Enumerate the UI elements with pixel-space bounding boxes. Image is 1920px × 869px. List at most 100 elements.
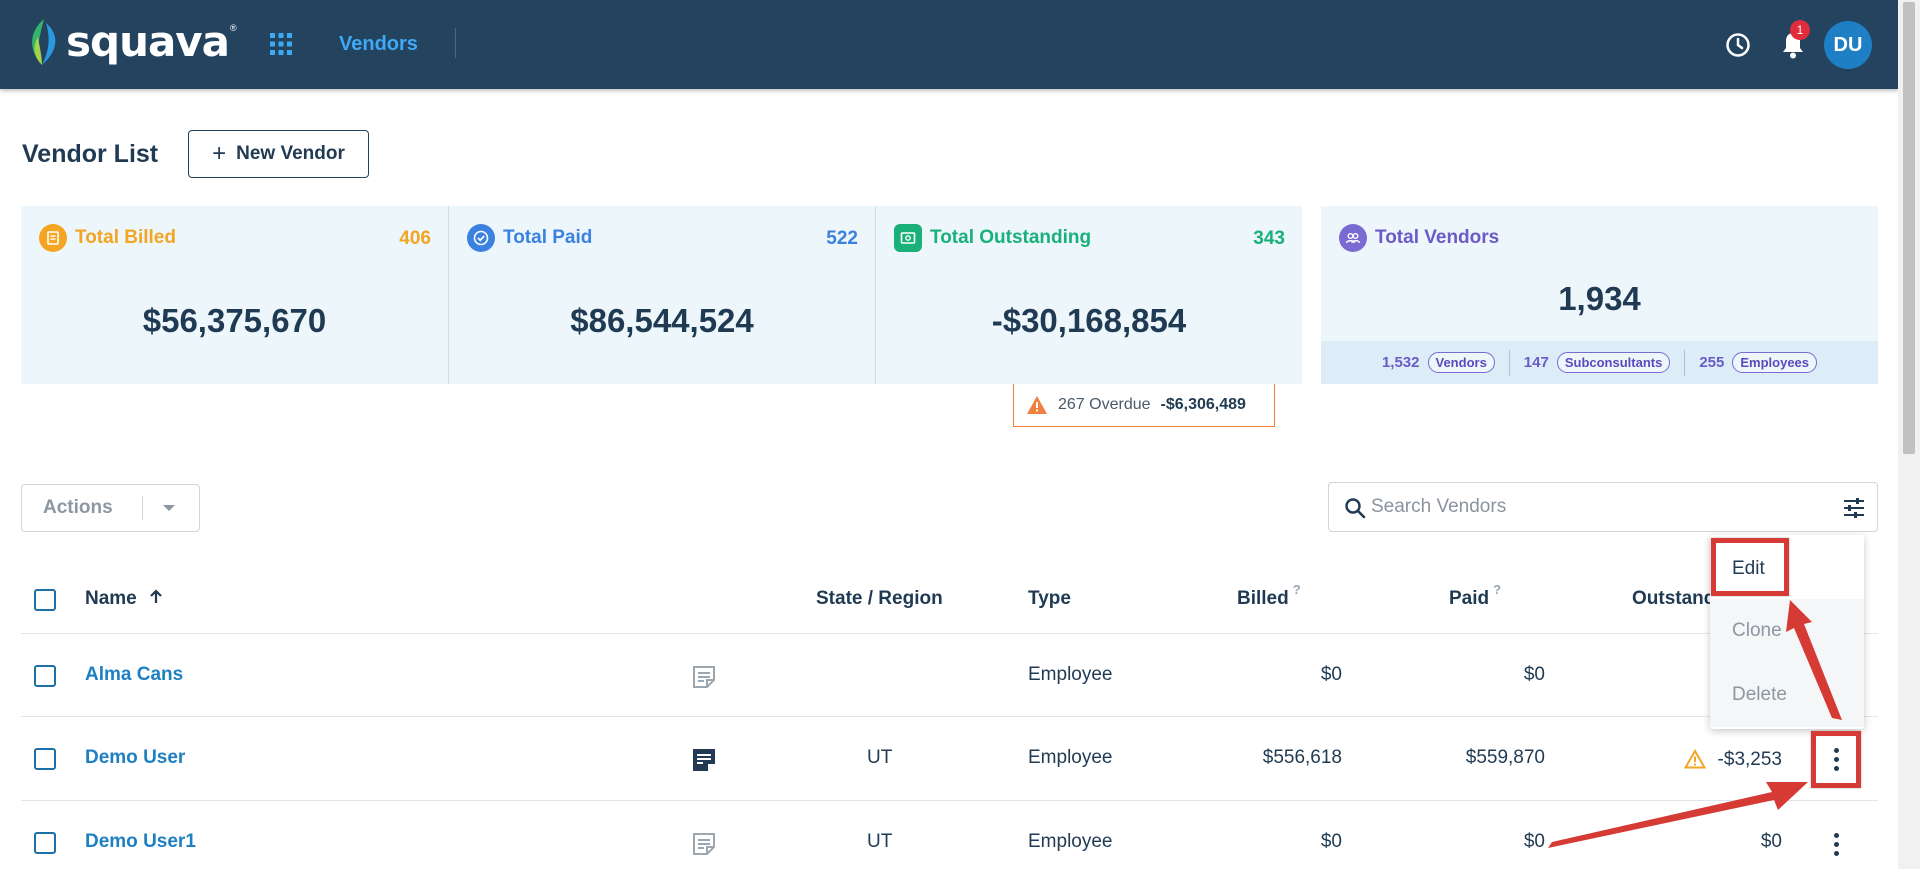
column-billed-label: Billed [1237,588,1289,609]
actions-label: Actions [43,497,113,518]
breakdown-vendors[interactable]: 1,532 Vendors [1368,352,1509,373]
breakdown-count: 255 [1699,354,1725,371]
total-outstanding-amount: -$30,168,854 [991,302,1187,339]
total-vendors-card[interactable]: Total Vendors 1,934 1,532 Vendors 147 Su… [1321,206,1878,384]
total-outstanding-label: Total Outstanding [930,227,1092,248]
logo-wordmark: squava [66,17,230,66]
total-paid-count: 522 [826,228,858,249]
search-box [1328,482,1878,532]
check-circle-icon [467,224,495,252]
billed-cell: $0 [1320,831,1342,852]
total-paid-card[interactable]: Total Paid 522 $86,544,524 [449,206,875,384]
vertical-scrollbar[interactable] [1898,0,1920,869]
squava-logo[interactable]: squava ® [26,14,237,70]
total-billed-count: 406 [399,228,431,249]
total-outstanding-title: Total Outstanding [894,224,1091,252]
table-divider [21,800,1878,801]
scrollbar-thumb[interactable] [1903,2,1915,454]
breakdown-pill: Subconsultants [1556,352,1671,373]
row-more-options-icon[interactable] [1822,829,1850,859]
help-question-icon[interactable]: ? [1293,582,1301,597]
vendor-name-link[interactable]: Demo User1 [85,831,196,853]
chevron-down-icon[interactable] [163,505,175,511]
breakdown-subconsultants[interactable]: 147 Subconsultants [1510,352,1685,373]
breakdown-count: 1,532 [1381,354,1420,371]
type-cell: Employee [1028,747,1113,768]
actions-dropdown[interactable]: Actions [21,484,200,532]
note-outline-icon[interactable] [691,831,717,857]
column-name-label: Name [85,588,137,609]
new-vendor-label: New Vendor [236,143,345,164]
select-all-checkbox[interactable] [34,589,56,611]
paid-cell: $0 [1523,831,1545,852]
actions-separator [142,496,143,520]
search-icon [1345,498,1366,519]
search-input[interactable] [1371,484,1811,530]
menu-item-clone[interactable]: Clone [1710,599,1864,663]
total-paid-label: Total Paid [503,227,593,248]
total-billed-title: Total Billed [39,224,176,252]
row-checkbox[interactable] [34,748,56,770]
user-avatar[interactable]: DU [1824,21,1872,69]
column-header-name[interactable]: Name [85,588,164,610]
column-header-type[interactable]: Type [1028,588,1071,610]
total-paid-amount: $86,544,524 [570,302,754,339]
total-outstanding-card[interactable]: Total Outstanding 343 -$30,168,854 [876,206,1302,384]
overdue-summary[interactable]: 267 Overdue -$6,306,489 [1013,384,1275,427]
notification-count-badge: 1 [1790,20,1810,40]
column-header-outstanding[interactable]: Outstand [1632,588,1715,610]
breakdown-pill: Employees [1732,352,1818,373]
column-header-state[interactable]: State / Region [816,588,943,610]
menu-item-delete[interactable]: Delete [1710,663,1864,727]
nav-divider [455,28,456,58]
state-cell: UT [867,831,893,852]
breakdown-count: 147 [1523,354,1549,371]
overdue-count: 267 Overdue [1058,396,1151,413]
apps-grid-icon[interactable] [269,32,293,56]
total-paid-title: Total Paid [467,224,592,252]
column-header-billed[interactable]: Billed? [1237,582,1301,610]
users-group-icon [1339,224,1367,252]
cash-icon [894,224,922,252]
vendor-name-link[interactable]: Alma Cans [85,664,183,686]
column-header-paid[interactable]: Paid? [1449,582,1501,610]
row-checkbox[interactable] [34,832,56,854]
vendor-breakdown: 1,532 Vendors 147 Subconsultants 255 Emp… [1321,341,1878,384]
invoice-icon [39,224,67,252]
kebab-highlight-box [1811,731,1861,788]
edit-highlight-box [1711,538,1789,596]
new-vendor-button[interactable]: + New Vendor [188,130,369,178]
clock-icon[interactable] [1724,31,1752,59]
total-billed-card[interactable]: Total Billed 406 $56,375,670 [21,206,448,384]
vendor-name-link[interactable]: Demo User [85,747,185,769]
help-question-icon[interactable]: ? [1493,582,1501,597]
outstanding-cell: -$3,253 [1717,749,1782,770]
nav-vendors-link[interactable]: Vendors [339,33,418,56]
billed-cell: $0 [1320,664,1342,685]
leaf-logo-icon [32,19,56,65]
sort-ascending-icon[interactable] [148,589,164,605]
plus-icon: + [212,140,227,167]
paid-cell: $0 [1523,664,1545,685]
total-vendors-count: 1,934 [1558,280,1641,317]
table-divider [21,633,1878,634]
note-outline-icon[interactable] [691,664,717,690]
type-cell: Employee [1028,664,1113,685]
top-navigation-bar: squava ® Vendors 1 DU [0,0,1898,89]
filter-sliders-icon[interactable] [1842,496,1866,520]
note-filled-icon[interactable] [691,747,717,773]
breakdown-pill: Vendors [1427,352,1495,373]
total-vendors-label: Total Vendors [1375,227,1500,248]
row-checkbox[interactable] [34,665,56,687]
state-cell: UT [867,747,893,768]
breakdown-employees[interactable]: 255 Employees [1685,352,1831,373]
outstanding-cell: $0 [1760,831,1782,852]
total-outstanding-count: 343 [1253,228,1285,249]
registered-mark: ® [230,23,237,33]
paid-cell: $559,870 [1465,747,1545,768]
type-cell: Employee [1028,831,1113,852]
billed-cell: $556,618 [1262,747,1342,768]
overdue-amount: -$6,306,489 [1160,396,1246,413]
warning-icon [1027,396,1047,414]
total-billed-amount: $56,375,670 [142,302,327,339]
